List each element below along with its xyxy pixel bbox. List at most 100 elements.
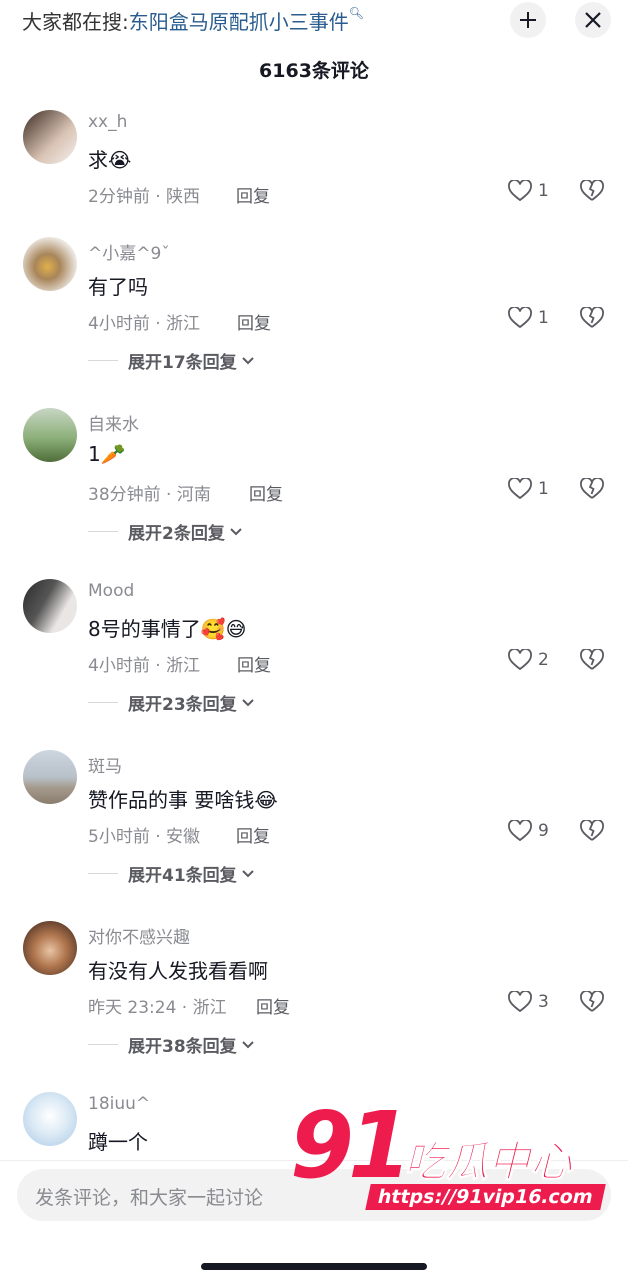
like-button[interactable]: 1	[508, 478, 549, 500]
like-button[interactable]: 3	[508, 991, 549, 1013]
comment-username[interactable]: ^小嘉^9ˇ	[88, 239, 170, 264]
dislike-button[interactable]	[580, 477, 604, 504]
comment-username[interactable]: Mood	[88, 581, 134, 601]
comment-username[interactable]: 自来水	[88, 410, 139, 435]
chevron-down-icon	[241, 1040, 254, 1048]
heart-icon	[508, 649, 532, 671]
heart-icon	[508, 307, 532, 329]
broken-heart-icon	[580, 477, 604, 499]
comment-region: 陕西	[166, 187, 201, 207]
expand-replies-label: 展开41条回复	[128, 866, 237, 886]
comment-time: 昨天 23:24	[88, 998, 177, 1018]
divider	[88, 873, 118, 874]
comment-time: 5小时前	[88, 827, 150, 847]
reply-button[interactable]: 回复	[249, 480, 283, 505]
heart-icon	[508, 991, 532, 1013]
chevron-down-icon	[241, 356, 254, 364]
dislike-button[interactable]	[580, 990, 604, 1017]
reply-button[interactable]: 回复	[236, 182, 270, 207]
comment-username[interactable]: xx_h	[88, 112, 127, 132]
chevron-down-icon	[241, 698, 254, 706]
like-button[interactable]: 2	[508, 649, 549, 671]
broken-heart-icon	[580, 179, 604, 201]
comment-text: 有没有人发我看看啊	[88, 959, 268, 983]
broken-heart-icon	[580, 819, 604, 841]
divider	[88, 531, 118, 532]
search-suggestion[interactable]: 大家都在搜:东阳盒马原配抓小三事件🔍︎	[22, 6, 364, 35]
top-bar: 大家都在搜:东阳盒马原配抓小三事件🔍︎	[0, 0, 628, 44]
avatar[interactable]	[23, 579, 77, 633]
home-indicator[interactable]	[201, 1263, 427, 1270]
close-button[interactable]	[575, 2, 611, 38]
comment-region: 浙江	[166, 314, 201, 334]
comment-text: 求😭	[88, 148, 132, 172]
avatar[interactable]	[23, 1092, 77, 1146]
chevron-down-icon	[230, 527, 242, 535]
dislike-button[interactable]	[580, 648, 604, 675]
comment-text: 有了吗	[88, 275, 148, 299]
close-icon	[585, 12, 601, 28]
comment-time: 4小时前	[88, 314, 150, 334]
comment-meta: 昨天 23:24 · 浙江	[88, 998, 227, 1018]
heart-icon	[508, 180, 532, 202]
comment-text: 蹲一个	[88, 1130, 148, 1154]
broken-heart-icon	[580, 648, 604, 670]
heart-icon	[508, 478, 532, 500]
dislike-button[interactable]	[580, 819, 604, 846]
comment-text: 1🥕	[88, 442, 126, 466]
reply-button[interactable]: 回复	[256, 993, 290, 1018]
divider	[88, 360, 118, 361]
comment-username[interactable]: 斑马	[88, 752, 122, 777]
heart-icon	[508, 820, 532, 842]
avatar[interactable]	[23, 237, 77, 291]
watermark-number: 91	[290, 1092, 412, 1199]
comment-time: 4小时前	[88, 656, 150, 676]
like-count: 1	[538, 479, 549, 499]
expand-replies-label: 展开17条回复	[128, 353, 237, 373]
expand-replies-button[interactable]: 展开23条回复	[88, 690, 255, 715]
comment-input-placeholder: 发条评论，和大家一起讨论	[35, 1187, 264, 1209]
divider	[88, 1044, 118, 1045]
comment-count-title: 6163条评论	[259, 60, 369, 82]
avatar[interactable]	[23, 750, 77, 804]
like-button[interactable]: 1	[508, 180, 549, 202]
like-count: 1	[538, 181, 549, 201]
comment-meta: 4小时前 · 浙江	[88, 314, 201, 334]
like-count: 1	[538, 308, 549, 328]
expand-replies-button[interactable]: 展开2条回复	[88, 519, 243, 544]
like-count: 2	[538, 650, 549, 670]
reply-button[interactable]: 回复	[237, 309, 271, 334]
avatar[interactable]	[23, 921, 77, 975]
comment-meta: 4小时前 · 浙江	[88, 656, 201, 676]
avatar[interactable]	[23, 408, 77, 462]
expand-replies-button[interactable]: 展开38条回复	[88, 1032, 255, 1057]
dislike-button[interactable]	[580, 179, 604, 206]
reply-button[interactable]: 回复	[236, 822, 270, 847]
expand-replies-button[interactable]: 展开41条回复	[88, 861, 255, 886]
expand-replies-button[interactable]: 展开17条回复	[88, 348, 255, 373]
minimize-button[interactable]	[510, 2, 546, 38]
avatar[interactable]	[23, 110, 77, 164]
broken-heart-icon	[580, 990, 604, 1012]
comment-meta: 5小时前 · 安徽	[88, 827, 201, 847]
comment-username[interactable]: 18iuu^	[88, 1094, 150, 1114]
collapse-icon	[520, 12, 536, 28]
comment-meta: 2分钟前 · 陕西	[88, 187, 201, 207]
comment-region: 安徽	[166, 827, 201, 847]
comment-text: 8号的事情了🥰😅	[88, 617, 247, 641]
chevron-down-icon	[241, 869, 254, 877]
search-suggestion-keyword[interactable]: 东阳盒马原配抓小三事件	[129, 10, 349, 34]
dislike-button[interactable]	[580, 306, 604, 333]
like-count: 3	[538, 992, 549, 1012]
expand-replies-label: 展开23条回复	[128, 695, 237, 715]
reply-button[interactable]: 回复	[237, 651, 271, 676]
search-icon: 🔍︎	[348, 6, 364, 20]
comment-region: 浙江	[192, 998, 227, 1018]
search-suggestion-prefix: 大家都在搜:	[22, 10, 129, 34]
comment-username[interactable]: 对你不感兴趣	[88, 923, 190, 948]
comment-text: 赞作品的事 要啥钱😂	[88, 788, 278, 812]
expand-replies-label: 展开38条回复	[128, 1037, 237, 1057]
comment-time: 2分钟前	[88, 187, 150, 207]
like-button[interactable]: 9	[508, 820, 549, 842]
like-button[interactable]: 1	[508, 307, 549, 329]
